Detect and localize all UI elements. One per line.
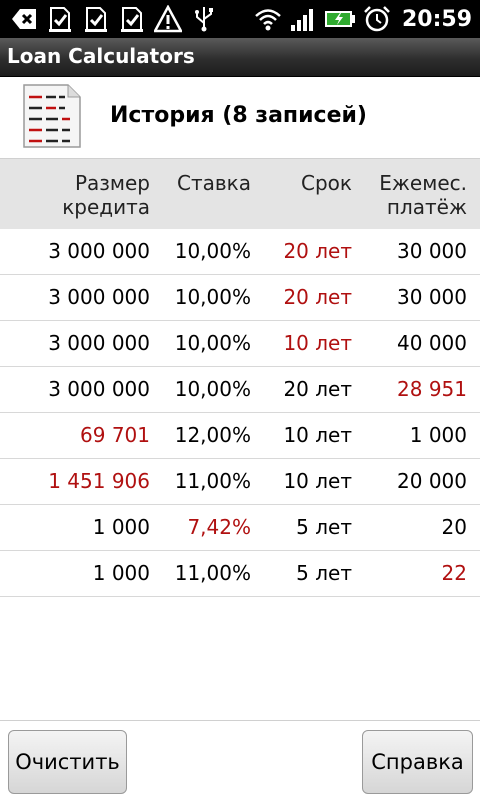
table-row[interactable]: 3 000 000 10,00% 20 лет 28 951 xyxy=(0,367,480,413)
history-title: История (8 записей) xyxy=(110,103,367,128)
loan-amount-cell: 69 701 xyxy=(80,423,150,447)
rate-cell: 10,00% xyxy=(174,285,251,309)
term-cell: 5 лет xyxy=(296,561,352,585)
app-title-bar: Loan Calculators xyxy=(0,38,480,77)
rate-cell: 11,00% xyxy=(174,469,251,493)
rate-cell: 10,00% xyxy=(174,239,251,263)
wifi-icon xyxy=(255,9,281,31)
monthly-payment-cell: 20 xyxy=(441,515,467,539)
term-cell: 10 лет xyxy=(283,423,352,447)
monthly-payment-cell: 30 000 xyxy=(397,285,467,309)
history-header: История (8 записей) xyxy=(0,77,480,157)
table-row[interactable]: 1 000 11,00% 5 лет 22 xyxy=(0,551,480,597)
usb-icon xyxy=(195,7,213,32)
rate-cell: 10,00% xyxy=(174,331,251,355)
status-bar: 20:59 xyxy=(0,0,480,38)
monthly-payment-cell: 40 000 xyxy=(397,331,467,355)
rate-cell: 12,00% xyxy=(174,423,251,447)
term-cell: 20 лет xyxy=(283,285,352,309)
term-cell: 20 лет xyxy=(283,239,352,263)
rate-cell: 10,00% xyxy=(174,377,251,401)
table-row[interactable]: 1 000 7,42% 5 лет 20 xyxy=(0,505,480,551)
signal-icon xyxy=(290,9,313,31)
download-done-icon xyxy=(85,7,107,32)
rate-cell: 11,00% xyxy=(174,561,251,585)
table-row[interactable]: 69 701 12,00% 10 лет 1 000 xyxy=(0,413,480,459)
term-cell: 20 лет xyxy=(283,377,352,401)
table-row[interactable]: 1 451 906 11,00% 10 лет 20 000 xyxy=(0,459,480,505)
term-cell: 10 лет xyxy=(283,469,352,493)
loan-amount-cell: 1 451 906 xyxy=(48,469,150,493)
loan-amount-cell: 3 000 000 xyxy=(48,331,150,355)
download-done-icon xyxy=(49,7,71,32)
clear-button[interactable]: Очистить xyxy=(8,730,127,794)
monthly-payment-cell: 20 000 xyxy=(397,469,467,493)
loan-amount-cell: 3 000 000 xyxy=(48,239,150,263)
column-header-loan-amount: Размер кредита xyxy=(62,171,150,219)
table-row[interactable]: 3 000 000 10,00% 10 лет 40 000 xyxy=(0,321,480,367)
help-button[interactable]: Справка xyxy=(362,730,473,794)
monthly-payment-cell: 28 951 xyxy=(397,377,467,401)
table-header: Размер кредита Ставка Срок Ежемес. платё… xyxy=(0,158,480,230)
battery-charging-icon xyxy=(324,11,355,27)
usb-debug-icon xyxy=(12,9,36,29)
calculator-table-icon xyxy=(23,84,81,148)
loan-amount-cell: 1 000 xyxy=(92,515,150,539)
alarm-icon xyxy=(364,6,390,32)
app-title: Loan Calculators xyxy=(7,44,195,68)
column-header-monthly-payment: Ежемес. платёж xyxy=(379,171,467,219)
download-done-icon xyxy=(121,7,143,32)
table-row[interactable]: 3 000 000 10,00% 20 лет 30 000 xyxy=(0,229,480,275)
monthly-payment-cell: 22 xyxy=(441,561,467,585)
loan-amount-cell: 1 000 xyxy=(92,561,150,585)
column-header-term: Срок xyxy=(301,171,352,195)
clock: 20:59 xyxy=(401,6,472,32)
column-header-rate: Ставка xyxy=(177,171,251,195)
rate-cell: 7,42% xyxy=(187,515,251,539)
loan-amount-cell: 3 000 000 xyxy=(48,377,150,401)
term-cell: 10 лет xyxy=(283,331,352,355)
monthly-payment-cell: 1 000 xyxy=(409,423,467,447)
bottom-bar: Очистить Справка xyxy=(0,720,480,801)
loan-amount-cell: 3 000 000 xyxy=(48,285,150,309)
table-row[interactable]: 3 000 000 10,00% 20 лет 30 000 xyxy=(0,275,480,321)
monthly-payment-cell: 30 000 xyxy=(397,239,467,263)
term-cell: 5 лет xyxy=(296,515,352,539)
warning-icon xyxy=(154,5,182,33)
